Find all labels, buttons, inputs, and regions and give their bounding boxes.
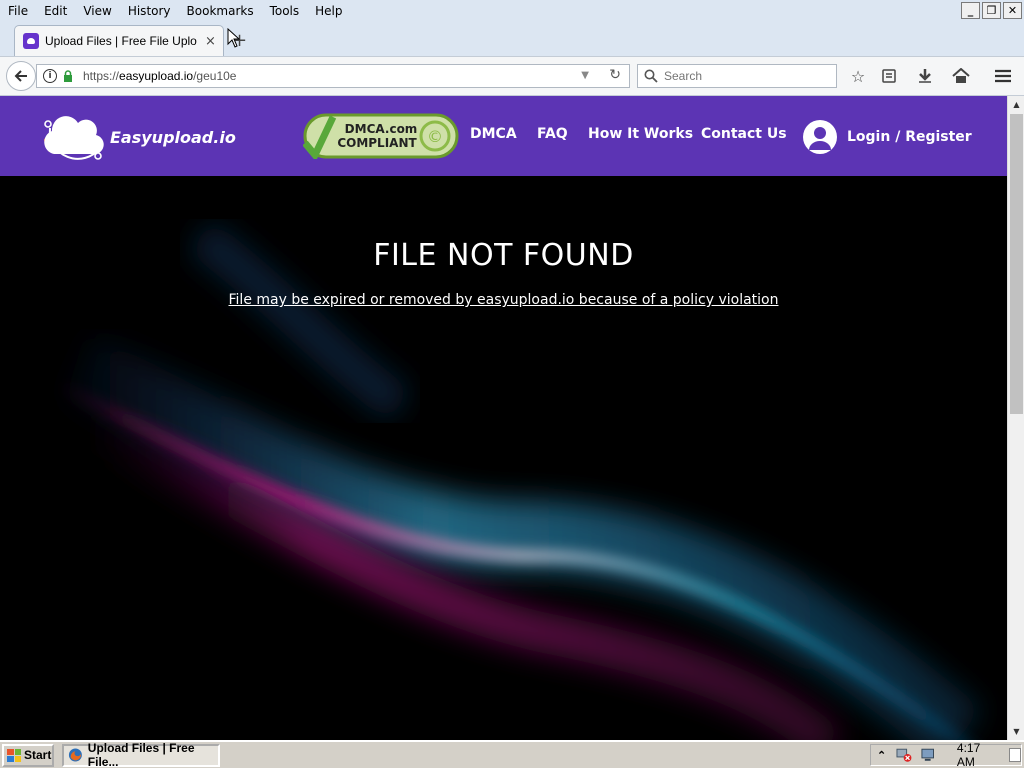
url-dropdown-icon[interactable]: ▼ xyxy=(581,70,589,81)
navigation-toolbar: i https://easyupload.io/geu10e ▼ ↻ ☆ xyxy=(0,56,1024,96)
search-input[interactable] xyxy=(664,69,824,83)
scrollbar-thumb[interactable] xyxy=(1010,114,1023,414)
system-tray: ⌃ 4:17 AM xyxy=(870,741,1022,768)
taskbar-browser-window[interactable]: Upload Files | Free File... xyxy=(62,741,220,768)
start-label: Start xyxy=(24,748,52,762)
url-text[interactable]: https://easyupload.io/geu10e xyxy=(83,69,236,83)
page-viewport: Easyupload.io © DMCA.com COMPLIANT DMCA … xyxy=(0,96,1024,740)
site-info-icon[interactable]: i xyxy=(43,69,57,83)
download-icon[interactable] xyxy=(915,66,935,86)
policy-violation-link[interactable]: File may be expired or removed by easyup… xyxy=(0,292,1007,308)
bookmark-star-icon[interactable]: ☆ xyxy=(848,66,868,86)
menu-file[interactable]: File xyxy=(0,0,36,22)
url-prefix: https:// xyxy=(83,69,120,83)
dmca-compliant-badge[interactable]: © DMCA.com COMPLIANT xyxy=(303,113,459,159)
taskbar-window-label: Upload Files | Free File... xyxy=(87,741,195,768)
scroll-down-arrow-icon[interactable]: ▼ xyxy=(1008,723,1024,740)
tab-title: Upload Files | Free File Upload xyxy=(45,34,197,48)
tab-strip: Upload Files | Free File Upload × + xyxy=(0,22,1024,56)
file-not-found-title: FILE NOT FOUND xyxy=(373,238,634,273)
menu-view[interactable]: View xyxy=(75,0,119,22)
cloud-logo-icon xyxy=(44,116,104,160)
firefox-icon xyxy=(68,748,82,762)
site-logo[interactable]: Easyupload.io xyxy=(40,110,236,164)
start-button[interactable]: Start xyxy=(2,743,54,767)
login-register-button[interactable]: Login / Register xyxy=(803,120,972,154)
lock-icon[interactable] xyxy=(63,70,73,82)
close-window-button[interactable]: ✕ xyxy=(1003,2,1022,19)
home-icon[interactable] xyxy=(951,66,971,86)
window-controls: _ ❐ ✕ xyxy=(961,2,1022,19)
menu-bar: File Edit View History Bookmarks Tools H… xyxy=(0,0,1024,22)
mouse-cursor-icon xyxy=(227,28,240,48)
svg-text:©: © xyxy=(427,127,443,146)
menu-tools[interactable]: Tools xyxy=(262,0,308,22)
vertical-scrollbar[interactable]: ▲ ▼ xyxy=(1007,96,1024,740)
browser-tab[interactable]: Upload Files | Free File Upload × xyxy=(14,25,224,56)
site-header: Easyupload.io © DMCA.com COMPLIANT DMCA … xyxy=(0,96,1007,176)
back-button[interactable] xyxy=(6,61,36,91)
menu-bookmarks[interactable]: Bookmarks xyxy=(179,0,262,22)
minimize-button[interactable]: _ xyxy=(961,2,980,19)
dmca-line2: COMPLIANT xyxy=(337,136,417,150)
restore-button[interactable]: ❐ xyxy=(982,2,1001,19)
search-bar[interactable] xyxy=(637,64,837,88)
windows-flag-icon xyxy=(7,748,21,762)
menu-edit[interactable]: Edit xyxy=(36,0,75,22)
menu-help[interactable]: Help xyxy=(307,0,350,22)
network-icon[interactable] xyxy=(896,747,913,763)
user-avatar-icon xyxy=(803,120,837,154)
hero-section: FILE NOT FOUND File may be expired or re… xyxy=(0,176,1007,740)
tray-notification-icon[interactable] xyxy=(1009,748,1021,762)
scroll-up-arrow-icon[interactable]: ▲ xyxy=(1008,96,1024,113)
url-bar[interactable]: i https://easyupload.io/geu10e ▼ ↻ xyxy=(36,64,630,88)
nav-how-it-works-link[interactable]: How It Works xyxy=(588,126,693,142)
login-register-label: Login / Register xyxy=(847,129,972,145)
hamburger-menu-icon[interactable] xyxy=(993,66,1013,86)
cloud-favicon-icon xyxy=(23,33,39,49)
url-domain: easyupload.io xyxy=(119,69,194,83)
url-path: /geu10e xyxy=(193,69,237,83)
nav-faq-link[interactable]: FAQ xyxy=(537,126,568,142)
menu-history[interactable]: History xyxy=(120,0,179,22)
nav-contact-link[interactable]: Contact Us xyxy=(701,126,787,142)
reading-list-icon[interactable] xyxy=(879,66,899,86)
dmca-line1: DMCA.com xyxy=(345,122,418,136)
back-arrow-icon xyxy=(14,70,27,82)
search-icon xyxy=(644,69,658,83)
tray-expand-icon[interactable]: ⌃ xyxy=(877,749,886,762)
reload-icon[interactable]: ↻ xyxy=(609,67,621,83)
taskbar: Start Upload Files | Free File... ⌃ 4:17… xyxy=(0,740,1024,768)
logo-text: Easyupload.io xyxy=(110,127,236,147)
taskbar-clock[interactable]: 4:17 AM xyxy=(957,741,999,768)
close-tab-icon[interactable]: × xyxy=(205,34,216,49)
nav-dmca-link[interactable]: DMCA xyxy=(470,126,517,142)
volume-computer-icon[interactable] xyxy=(920,747,937,763)
